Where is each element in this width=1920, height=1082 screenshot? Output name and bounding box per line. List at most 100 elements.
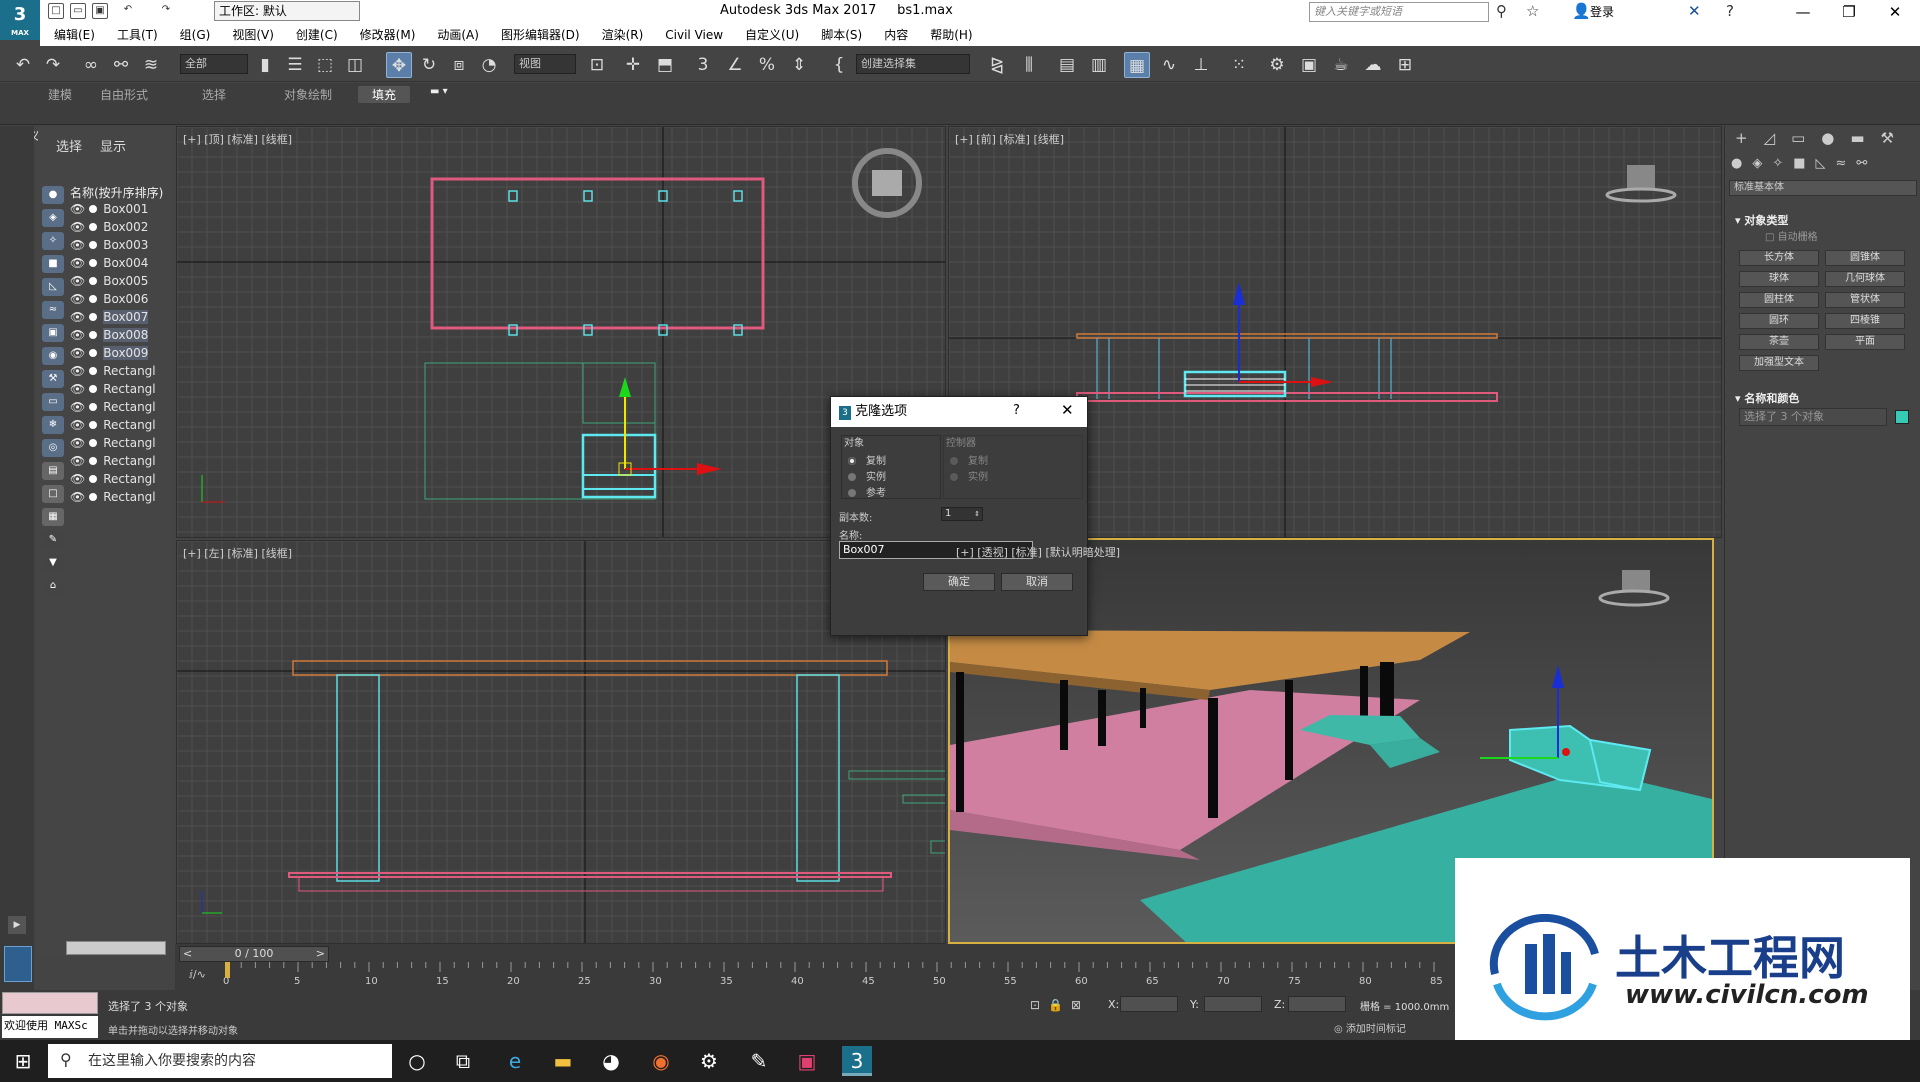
notes-app-icon[interactable]: ✎ [744,1046,774,1076]
keyboard-shortcut-icon[interactable]: ⬒ [652,52,678,78]
freeze-toggle-icon[interactable] [89,259,98,267]
freeze-toggle-icon[interactable] [89,241,98,249]
align-icon[interactable]: ⫼ [1016,52,1042,78]
cortana-icon[interactable]: ○ [402,1046,432,1076]
add-time-tag[interactable]: ◎ 添加时间标记 [1334,1020,1406,1035]
workspace-dropdown[interactable]: 工作区: 默认 [214,1,360,21]
display-none-icon[interactable]: □ [42,485,64,503]
rendered-frame-icon[interactable]: ▣ [1296,52,1322,78]
menu-item-5[interactable]: 修改器(M) [360,24,416,46]
spinner-snap-icon[interactable]: ⇕ [786,52,812,78]
create-btn-6[interactable]: 圆环 [1739,313,1819,329]
a360-gallery-icon[interactable]: ⊞ [1392,52,1418,78]
scale-icon[interactable]: ⧈ [446,52,472,78]
y-coordinate-field[interactable] [1204,996,1262,1012]
placement-icon[interactable]: ◔ [476,52,502,78]
freeze-toggle-icon[interactable] [89,385,98,393]
menu-item-11[interactable]: 脚本(S) [821,24,862,46]
select-object-icon[interactable]: ▮ [252,52,278,78]
edge-browser-icon[interactable]: e [500,1046,530,1076]
freeze-toggle-icon[interactable] [89,313,98,321]
radio-reference[interactable]: 参考 [848,484,886,499]
mirror-icon[interactable]: ⧎ [984,52,1010,78]
pivot-center-icon[interactable]: ⊡ [584,52,610,78]
unlink-icon[interactable]: ⚯ [108,52,134,78]
explorer-row[interactable]: 👁 Box002 [70,220,148,238]
task-view-icon[interactable]: ⧉ [448,1046,478,1076]
explorer-row[interactable]: 👁 Box006 [70,292,148,310]
3dsmax-taskbar-icon[interactable]: 3 [842,1046,872,1076]
selection-filter-dropdown[interactable]: 全部 [180,54,248,74]
create-btn-10[interactable]: 加强型文本 [1739,355,1819,371]
file-explorer-icon[interactable]: ▬ [548,1046,578,1076]
visibility-eye-icon[interactable]: 👁 [70,382,85,396]
render-setup-icon[interactable]: ⚙ [1264,52,1290,78]
explorer-options-icon[interactable]: ⌂ [42,577,64,595]
cancel-button[interactable]: 取消 [1001,573,1073,591]
explorer-row[interactable]: 👁 Box007 [70,310,149,328]
binoculars-icon[interactable]: ⚲ [1496,2,1507,20]
freeze-toggle-icon[interactable] [89,475,98,483]
paint-app-icon[interactable]: ◕ [596,1046,626,1076]
filter-paint-icon[interactable]: ✎ [42,531,64,549]
window-crossing-icon[interactable]: ◫ [342,52,368,78]
explorer-scrollbar[interactable] [66,941,166,955]
ribbon-options-icon[interactable]: ▬ ▾ [430,86,448,97]
freeze-toggle-icon[interactable] [89,331,98,339]
explorer-row[interactable]: 👁 Rectangl [70,418,156,436]
visibility-eye-icon[interactable]: 👁 [70,454,85,468]
undo-icon[interactable]: ↶ [120,3,136,19]
name-color-header[interactable]: ▾ 名称和颜色 [1735,390,1799,406]
group-filter-icon[interactable]: ▣ [42,324,64,342]
viewport-label-perspective[interactable]: [+] [透视] [标准] [默认明暗处理] [956,544,1120,560]
explorer-column-header[interactable]: 名称(按升序排序) [70,184,163,201]
primitive-type-dropdown[interactable]: 标准基本体 [1729,180,1917,196]
visibility-eye-icon[interactable]: 👁 [70,274,85,288]
visibility-eye-icon[interactable]: 👁 [70,238,85,252]
restore-button[interactable]: ❐ [1826,0,1872,24]
dialog-close-button[interactable]: ✕ [1061,401,1074,419]
viewport-label-top[interactable]: [+] [顶] [标准] [线框] [183,131,292,147]
visibility-eye-icon[interactable]: 👁 [70,202,85,216]
menu-item-9[interactable]: Civil View [665,24,723,46]
freeze-toggle-icon[interactable] [89,457,98,465]
shape-filter-icon[interactable]: ◈ [42,209,64,227]
menu-item-1[interactable]: 工具(T) [117,24,158,46]
star-icon[interactable]: ☆ [1526,2,1539,20]
save-icon[interactable]: ▣ [92,3,108,19]
snap-toggle-icon[interactable]: 3 [690,52,716,78]
display-all-icon[interactable]: ▤ [42,462,64,480]
freeze-toggle-icon[interactable] [89,223,98,231]
command-panel-tabs[interactable]: +◿▭●▬⚒ [1725,126,1920,150]
viewport-layout-icon[interactable] [4,946,32,982]
select-by-name-icon[interactable]: ☰ [282,52,308,78]
maxscript-output[interactable]: 欢迎使用 MAXSc [2,1016,98,1038]
create-btn-1[interactable]: 圆锥体 [1825,250,1905,266]
freeze-toggle-icon[interactable] [89,295,98,303]
explorer-row[interactable]: 👁 Box009 [70,346,149,364]
autogrid-checkbox[interactable]: □ 自动栅格 [1765,228,1818,243]
visibility-eye-icon[interactable]: 👁 [70,418,85,432]
ribbon-toggle-icon[interactable]: ▥ [1086,52,1112,78]
layer-explorer-icon[interactable]: ▤ [1054,52,1080,78]
curve-editor-icon[interactable]: ∿ [1156,52,1182,78]
spacewarp-filter-icon[interactable]: ≈ [42,301,64,319]
reference-coord-dropdown[interactable]: 视图 [514,54,576,74]
menu-item-7[interactable]: 图形编辑器(D) [501,24,580,46]
visibility-eye-icon[interactable]: 👁 [70,436,85,450]
link-icon[interactable]: ∞ [78,52,104,78]
schematic-view-icon[interactable]: ⊥ [1188,52,1214,78]
invert-display-icon[interactable]: ▦ [42,508,64,526]
windows-start-icon[interactable]: ⊞ [8,1046,38,1076]
menu-item-3[interactable]: 视图(V) [232,24,274,46]
visibility-eye-icon[interactable]: 👁 [70,328,85,342]
taskbar-search-input[interactable]: 在这里输入你要搜索的内容 [48,1044,392,1078]
time-slider[interactable]: <0 / 100 > [179,946,329,962]
expand-arrow-icon[interactable]: ▶ [8,916,26,934]
login-button[interactable]: 登录 [1590,3,1614,20]
explorer-row[interactable]: 👁 Rectangl [70,454,156,472]
explorer-row[interactable]: 👁 Rectangl [70,490,156,508]
freeze-toggle-icon[interactable] [89,403,98,411]
radio-instance[interactable]: 实例 [848,468,886,483]
freeze-toggle-icon[interactable] [89,439,98,447]
